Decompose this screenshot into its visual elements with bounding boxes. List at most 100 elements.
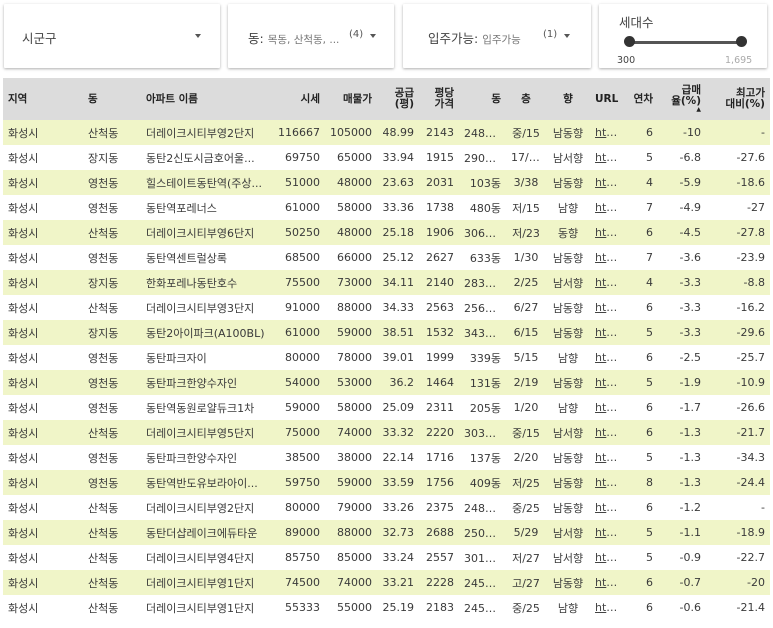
cell-apartment-name: 동탄역반도유보라아이... bbox=[141, 470, 273, 495]
cell-market-price: 59750 bbox=[273, 470, 325, 495]
url-link[interactable]: htt... bbox=[590, 195, 626, 220]
url-link[interactable]: htt... bbox=[590, 345, 626, 370]
url-link[interactable]: htt... bbox=[590, 595, 626, 620]
cell-apartment-name: 동탄파크한양수자인 bbox=[141, 445, 273, 470]
column-header-floor[interactable]: 층 bbox=[506, 78, 546, 120]
column-header-supply-area[interactable]: 공급 (평) bbox=[377, 78, 419, 120]
column-header-building[interactable]: 동 bbox=[459, 78, 506, 120]
cell-years: 6 bbox=[626, 120, 658, 145]
table-row: 화성시 산척동 더레이크시티부영3단지 91000 88000 34.33 2563 2563… bbox=[3, 295, 770, 320]
url-link[interactable]: htt... bbox=[590, 370, 626, 395]
cell-floor: 3/38 bbox=[506, 170, 546, 195]
url-link[interactable]: htt... bbox=[590, 420, 626, 445]
column-header-url[interactable]: URL bbox=[590, 78, 626, 120]
url-link[interactable]: htt... bbox=[590, 470, 626, 495]
cell-direction: 남동향 bbox=[546, 245, 590, 270]
cell-years: 6 bbox=[626, 220, 658, 245]
cell-building: 3436동 bbox=[459, 320, 506, 345]
sort-ascending-icon: ▲ bbox=[696, 106, 701, 113]
cell-urgent-rate: -5.9 bbox=[658, 170, 706, 195]
cell-supply-area: 32.73 bbox=[377, 520, 419, 545]
table-row: 화성시 장지동 동탄2아이파크(A100BL) 61000 59000 38.51 1532… bbox=[3, 320, 770, 345]
cell-building: 633동 bbox=[459, 245, 506, 270]
cell-price-per-pyeong: 1906 bbox=[419, 220, 459, 245]
cell-apartment-name: 동탄파크한양수자인 bbox=[141, 370, 273, 395]
url-link[interactable]: htt... bbox=[590, 320, 626, 345]
dong-filter[interactable]: 동: 목동, 산척동, ... (4) bbox=[228, 4, 394, 68]
cell-building: 480동 bbox=[459, 195, 506, 220]
cell-years: 6 bbox=[626, 420, 658, 445]
ready-filter-count: (1) bbox=[543, 29, 558, 40]
url-link[interactable]: htt... bbox=[590, 170, 626, 195]
cell-region: 화성시 bbox=[3, 495, 83, 520]
url-link[interactable]: htt... bbox=[590, 120, 626, 145]
table-row: 화성시 산척동 더레이크시티부영1단지 55333 55000 25.19 2183 2455… bbox=[3, 595, 770, 620]
cell-listing-price: 48000 bbox=[325, 170, 377, 195]
cell-direction: 남향 bbox=[546, 595, 590, 620]
cell-supply-area: 25.12 bbox=[377, 245, 419, 270]
table-row: 화성시 영천동 동탄파크한양수자인 54000 53000 36.2 1464 131동 2/1… bbox=[3, 370, 770, 395]
column-header-region[interactable]: 지역 bbox=[3, 78, 83, 120]
cell-urgent-rate: -1.3 bbox=[658, 445, 706, 470]
column-header-urgent-rate[interactable]: 급매 율(%) ▲ bbox=[658, 78, 706, 120]
cell-vs-peak: -26.6 bbox=[706, 395, 770, 420]
cell-apartment-name: 동탄파크자이 bbox=[141, 345, 273, 370]
cell-apartment-name: 한화포레나동탄호수 bbox=[141, 270, 273, 295]
sigungu-filter[interactable]: 시군구 bbox=[4, 4, 220, 68]
chevron-down-icon bbox=[370, 34, 376, 38]
column-header-price-per-pyeong[interactable]: 평당 가격 bbox=[419, 78, 459, 120]
cell-vs-peak: -27.8 bbox=[706, 220, 770, 245]
column-header-vs-peak[interactable]: 최고가 대비(%) bbox=[706, 78, 770, 120]
column-header-direction[interactable]: 향 bbox=[546, 78, 590, 120]
column-header-apartment-name[interactable]: 아파트 이름 bbox=[141, 78, 273, 120]
cell-urgent-rate: -1.3 bbox=[658, 420, 706, 445]
url-link[interactable]: htt... bbox=[590, 445, 626, 470]
url-link[interactable]: htt... bbox=[590, 270, 626, 295]
column-header-market-price[interactable]: 시세 bbox=[273, 78, 325, 120]
cell-vs-peak: -22.7 bbox=[706, 545, 770, 570]
cell-floor: 중/15 bbox=[506, 120, 546, 145]
cell-supply-area: 33.21 bbox=[377, 570, 419, 595]
url-link[interactable]: htt... bbox=[590, 495, 626, 520]
table-row: 화성시 산척동 더레이크시티부영6단지 50250 48000 25.18 1906 3064… bbox=[3, 220, 770, 245]
column-header-listing-price[interactable]: 매물가 bbox=[325, 78, 377, 120]
cell-market-price: 91000 bbox=[273, 295, 325, 320]
column-header-dong[interactable]: 동 bbox=[83, 78, 141, 120]
cell-dong: 산척동 bbox=[83, 120, 141, 145]
url-link[interactable]: htt... bbox=[590, 395, 626, 420]
dong-filter-count: (4) bbox=[349, 29, 364, 40]
url-link[interactable]: htt... bbox=[590, 295, 626, 320]
url-link[interactable]: htt... bbox=[590, 545, 626, 570]
cell-building: 2563동 bbox=[459, 295, 506, 320]
cell-dong: 영천동 bbox=[83, 395, 141, 420]
cell-direction: 남서향 bbox=[546, 145, 590, 170]
url-link[interactable]: htt... bbox=[590, 245, 626, 270]
households-slider-max-handle[interactable] bbox=[736, 36, 747, 47]
cell-years: 5 bbox=[626, 320, 658, 345]
cell-floor: 1/30 bbox=[506, 245, 546, 270]
ready-filter[interactable]: 입주가능: 입주가능 (1) bbox=[403, 4, 591, 68]
column-header-years[interactable]: 연차 bbox=[626, 78, 658, 120]
cell-floor: 1/20 bbox=[506, 395, 546, 420]
households-slider-track[interactable] bbox=[629, 41, 741, 44]
cell-floor: 2/19 bbox=[506, 370, 546, 395]
table-row: 화성시 산척동 더레이크시티부영5단지 75000 74000 33.32 2220 3033… bbox=[3, 420, 770, 445]
chevron-down-icon bbox=[564, 34, 570, 38]
cell-urgent-rate: -3.3 bbox=[658, 320, 706, 345]
cell-market-price: 50250 bbox=[273, 220, 325, 245]
url-link[interactable]: htt... bbox=[590, 220, 626, 245]
url-link[interactable]: htt... bbox=[590, 570, 626, 595]
cell-listing-price: 65000 bbox=[325, 145, 377, 170]
cell-region: 화성시 bbox=[3, 270, 83, 295]
cell-direction: 남동향 bbox=[546, 120, 590, 145]
dong-filter-value: 목동, 산척동, ... bbox=[267, 34, 340, 46]
households-slider-min-handle[interactable] bbox=[624, 36, 635, 47]
cell-building: 2486동 bbox=[459, 120, 506, 145]
cell-dong: 산척동 bbox=[83, 295, 141, 320]
cell-urgent-rate: -10 bbox=[658, 120, 706, 145]
cell-apartment-name: 동탄더샵레이크에듀타운 bbox=[141, 520, 273, 545]
url-link[interactable]: htt... bbox=[590, 520, 626, 545]
sigungu-filter-label: 시군구 bbox=[22, 31, 57, 46]
url-link[interactable]: htt... bbox=[590, 145, 626, 170]
cell-vs-peak: - bbox=[706, 120, 770, 145]
